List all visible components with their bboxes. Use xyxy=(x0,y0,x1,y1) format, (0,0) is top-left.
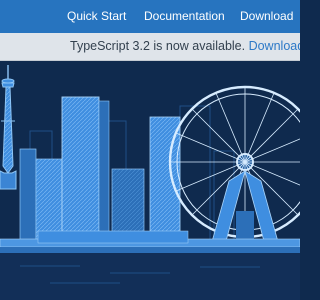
announcement-text: TypeScript 3.2 is now available. Downloa… xyxy=(70,39,300,53)
announcement-banner: TypeScript 3.2 is now available. Downloa… xyxy=(0,33,300,61)
nav-documentation-link[interactable]: Documentation xyxy=(144,9,225,23)
central-tower-shadow xyxy=(98,100,110,243)
announcement-download-link[interactable]: Download xyxy=(249,39,300,53)
nav-download-link[interactable]: Download xyxy=(240,9,293,23)
top-navigation: Quick Start Documentation Download xyxy=(0,0,300,33)
hero-skyline-illustration xyxy=(0,61,300,300)
announcement-message: TypeScript 3.2 is now available. xyxy=(70,39,249,53)
central-tower xyxy=(61,96,100,243)
left-tall-building xyxy=(19,148,37,246)
nav-quick-start-link[interactable]: Quick Start xyxy=(67,9,126,23)
